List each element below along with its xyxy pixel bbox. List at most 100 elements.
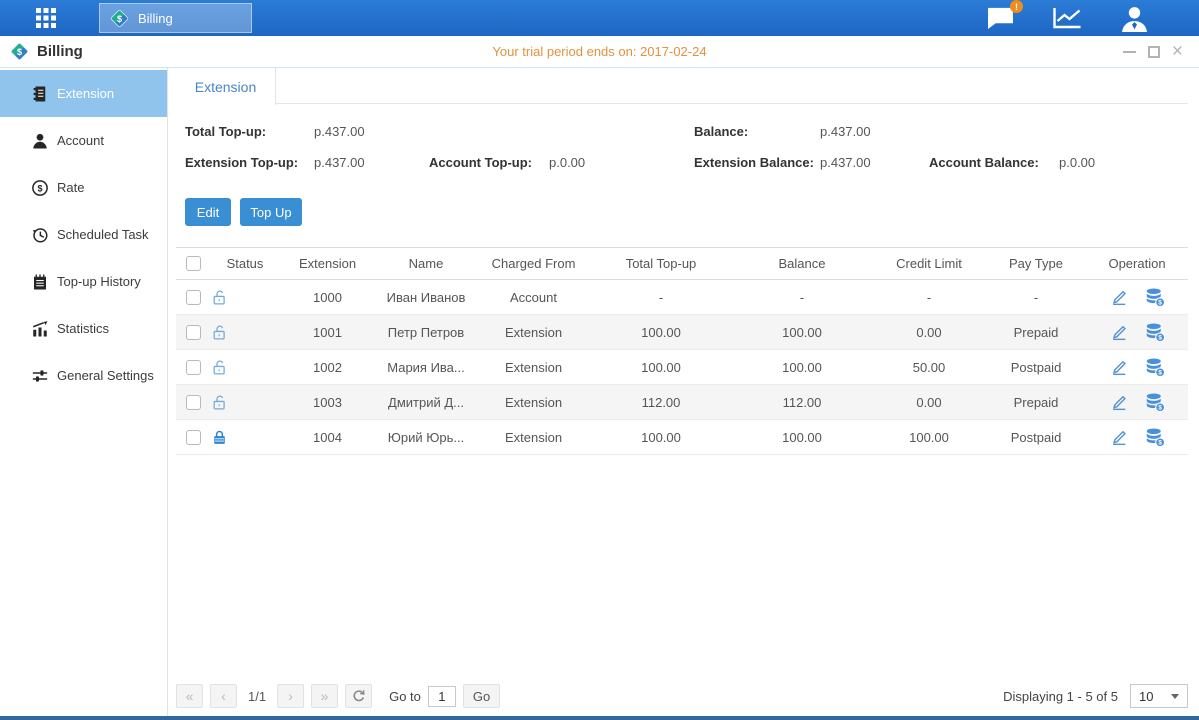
goto-page-input[interactable] xyxy=(428,686,456,707)
close-icon[interactable]: × xyxy=(1172,46,1183,58)
sidebar-item-topup-history[interactable]: Top-up History xyxy=(0,258,167,305)
cell-credit-limit: 0.00 xyxy=(872,315,986,350)
trial-notice: Your trial period ends on: 2017-02-24 xyxy=(0,44,1199,59)
minimize-icon[interactable] xyxy=(1123,51,1136,53)
refresh-button[interactable] xyxy=(345,684,372,708)
sidebar-item-scheduled-task[interactable]: Scheduled Task xyxy=(0,211,167,258)
sidebar-item-label: Scheduled Task xyxy=(57,227,149,242)
balance-value: p.437.00 xyxy=(820,124,871,139)
topup-icon[interactable]: $ xyxy=(1145,287,1166,308)
edit-button[interactable]: Edit xyxy=(185,198,231,226)
cell-balance: 112.00 xyxy=(732,385,872,420)
col-extension[interactable]: Extension xyxy=(280,248,375,280)
cell-balance: 100.00 xyxy=(732,420,872,455)
cell-extension: 1000 xyxy=(280,280,375,315)
sidebar-item-extension[interactable]: Extension xyxy=(0,70,167,117)
messages-button[interactable]: ! xyxy=(986,6,1015,30)
col-total-topup[interactable]: Total Top-up xyxy=(590,248,732,280)
go-button[interactable]: Go xyxy=(463,684,500,708)
row-checkbox[interactable] xyxy=(186,290,201,305)
topup-icon[interactable]: $ xyxy=(1145,357,1166,378)
col-operation[interactable]: Operation xyxy=(1086,248,1188,280)
last-page-button[interactable]: » xyxy=(311,684,338,708)
tab-extension[interactable]: Extension xyxy=(176,68,276,105)
row-checkbox[interactable] xyxy=(186,325,201,340)
edit-icon[interactable] xyxy=(1109,322,1129,342)
cell-extension: 1003 xyxy=(280,385,375,420)
line-chart-icon xyxy=(1051,6,1084,30)
page-size-select[interactable]: 10 xyxy=(1130,684,1188,708)
col-name[interactable]: Name xyxy=(375,248,477,280)
svg-text:$: $ xyxy=(1158,334,1162,341)
col-status[interactable]: Status xyxy=(210,248,280,280)
cell-credit-limit: 100.00 xyxy=(872,420,986,455)
topbar-tab-billing[interactable]: $ Billing xyxy=(99,3,252,33)
topup-icon[interactable]: $ xyxy=(1145,392,1166,413)
account-balance-label: Account Balance: xyxy=(929,155,1059,170)
extension-topup-label: Extension Top-up: xyxy=(185,155,314,170)
cell-balance: 100.00 xyxy=(732,350,872,385)
edit-icon[interactable] xyxy=(1109,287,1129,307)
lock-open-icon[interactable] xyxy=(211,289,279,306)
dropdown-arrow-icon xyxy=(1171,694,1179,699)
sidebar-item-label: General Settings xyxy=(57,368,154,383)
table-header-row: Status Extension Name Charged From Total… xyxy=(176,248,1188,280)
window-bottom-edge xyxy=(0,716,1199,720)
cell-charged-from: Extension xyxy=(477,350,590,385)
cell-name: Петр Петров xyxy=(375,315,477,350)
svg-text:$: $ xyxy=(17,47,22,57)
lock-open-icon[interactable] xyxy=(211,324,279,341)
top-up-button[interactable]: Top Up xyxy=(240,198,302,226)
reports-button[interactable] xyxy=(1051,6,1084,30)
pagination-bar: « ‹ 1/1 › » Go to Go Displaying 1 - 5 of… xyxy=(176,684,1188,708)
app-grid-icon xyxy=(35,7,57,29)
svg-text:$: $ xyxy=(1158,369,1162,376)
maximize-icon[interactable] xyxy=(1148,46,1160,58)
edit-icon[interactable] xyxy=(1109,427,1129,447)
row-checkbox[interactable] xyxy=(186,360,201,375)
app-grid-button[interactable] xyxy=(35,7,57,29)
lock-open-icon[interactable] xyxy=(211,359,279,376)
table-row: 1000Иван ИвановAccount----$ xyxy=(176,280,1188,315)
topup-history-icon xyxy=(30,273,50,291)
row-checkbox[interactable] xyxy=(186,430,201,445)
sidebar-item-label: Account xyxy=(57,133,104,148)
total-topup-value: p.437.00 xyxy=(314,124,365,139)
extension-icon xyxy=(30,85,50,103)
lock-closed-icon[interactable] xyxy=(211,429,279,446)
general-settings-icon xyxy=(30,367,50,385)
sidebar-item-label: Rate xyxy=(57,180,84,195)
col-credit-limit[interactable]: Credit Limit xyxy=(872,248,986,280)
sidebar: Extension Account $Rate Scheduled Task Top-u… xyxy=(0,68,168,716)
col-charged-from[interactable]: Charged From xyxy=(477,248,590,280)
window-titlebar: $ Billing Your trial period ends on: 201… xyxy=(0,36,1199,68)
svg-text:$: $ xyxy=(1158,299,1162,306)
next-page-button[interactable]: › xyxy=(277,684,304,708)
page-size-value: 10 xyxy=(1139,689,1153,704)
topup-icon[interactable]: $ xyxy=(1145,322,1166,343)
sidebar-item-label: Top-up History xyxy=(57,274,141,289)
prev-page-button[interactable]: ‹ xyxy=(210,684,237,708)
sidebar-item-rate[interactable]: $Rate xyxy=(0,164,167,211)
extensions-table: Status Extension Name Charged From Total… xyxy=(176,247,1188,455)
cell-total-topup: 100.00 xyxy=(590,420,732,455)
edit-icon[interactable] xyxy=(1109,392,1129,412)
billing-app-icon: $ xyxy=(9,41,30,62)
sidebar-item-account[interactable]: Account xyxy=(0,117,167,164)
col-pay-type[interactable]: Pay Type xyxy=(986,248,1086,280)
sidebar-item-general-settings[interactable]: General Settings xyxy=(0,352,167,399)
lock-open-icon[interactable] xyxy=(211,394,279,411)
user-button[interactable] xyxy=(1120,5,1149,32)
first-page-button[interactable]: « xyxy=(176,684,203,708)
tab-bar: Extension xyxy=(176,68,1188,104)
select-all-checkbox[interactable] xyxy=(186,256,201,271)
cell-pay-type: Prepaid xyxy=(986,315,1086,350)
account-topup-value: p.0.00 xyxy=(549,155,585,170)
edit-icon[interactable] xyxy=(1109,357,1129,377)
sidebar-item-statistics[interactable]: Statistics xyxy=(0,305,167,352)
row-checkbox[interactable] xyxy=(186,395,201,410)
col-balance[interactable]: Balance xyxy=(732,248,872,280)
cell-charged-from: Extension xyxy=(477,315,590,350)
topup-icon[interactable]: $ xyxy=(1145,427,1166,448)
account-icon xyxy=(30,132,50,150)
